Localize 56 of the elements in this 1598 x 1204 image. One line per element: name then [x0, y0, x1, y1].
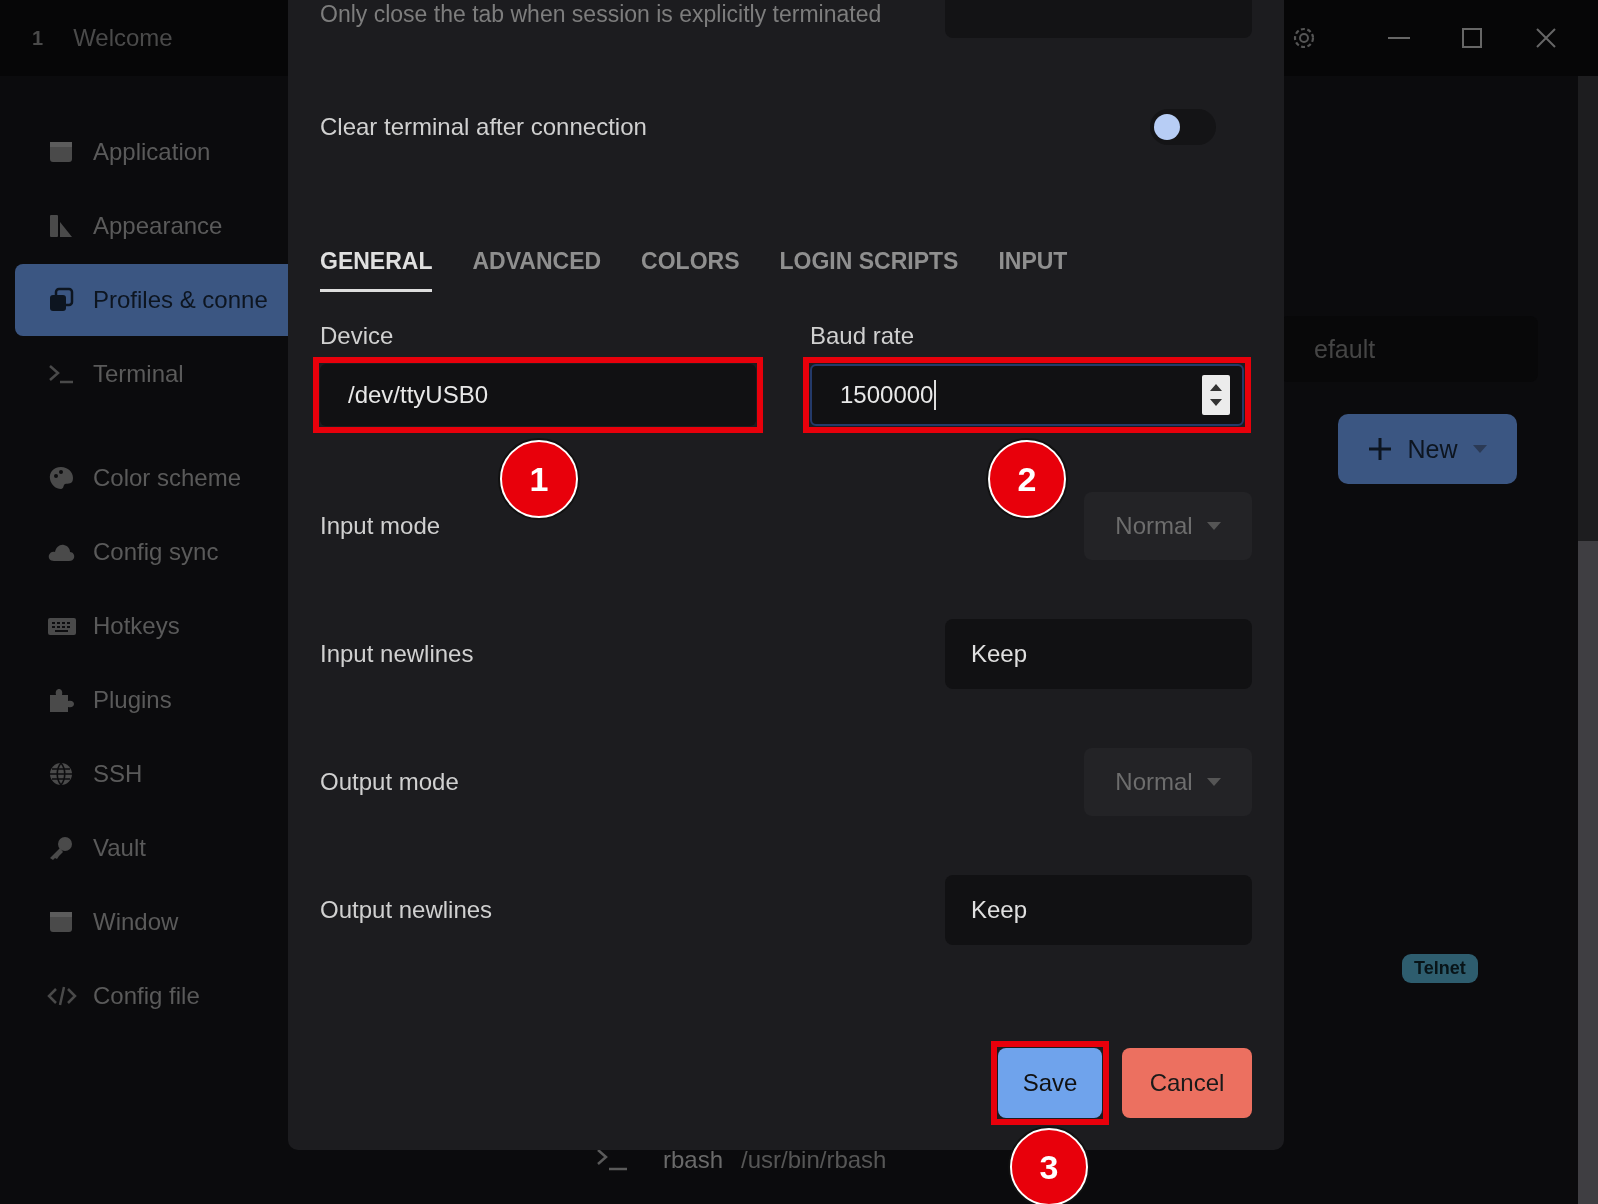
field-label: Baud rate: [810, 322, 916, 350]
sidebar-item[interactable]: Hotkeys: [15, 590, 290, 662]
cancel-button[interactable]: Cancel: [1122, 1048, 1252, 1118]
setting-label: Clear terminal after connection: [320, 113, 647, 141]
caret-icon: [1206, 778, 1221, 786]
terminal-icon: [597, 1149, 627, 1171]
sidebar-item[interactable]: Window: [15, 886, 290, 958]
setting-label: Output newlines: [320, 896, 493, 924]
scrollbar-thumb[interactable]: [1578, 541, 1598, 1204]
sidebar-item[interactable]: Appearance: [15, 190, 290, 262]
close-icon: [1534, 26, 1558, 50]
dropdown[interactable]: Normal: [1084, 492, 1252, 560]
setting-label: Output mode: [320, 768, 459, 796]
sidebar-item[interactable]: Color scheme: [15, 442, 290, 514]
window-tab[interactable]: 1 Welcome: [0, 24, 173, 52]
step-number: 1: [500, 440, 578, 518]
step-number: 2: [988, 440, 1066, 518]
setting-description: Only close the tab when session is explicitly terminated: [320, 1, 882, 29]
plus-icon: [1367, 436, 1394, 462]
save-button[interactable]: Save: [998, 1048, 1102, 1118]
sidebar-item[interactable]: Vault: [15, 812, 290, 884]
select-field[interactable]: Keep: [945, 619, 1252, 689]
sidebar-item[interactable]: Config file: [15, 960, 290, 1032]
settings-tab[interactable]: GENERAL: [320, 240, 433, 292]
spinner-icon: [1202, 375, 1230, 415]
settings-tab[interactable]: INPUT: [998, 240, 1068, 292]
field-label: Device: [320, 322, 395, 350]
toggle-switch[interactable]: [1150, 109, 1216, 145]
sidebar-item[interactable]: Config sync: [15, 516, 290, 588]
sidebar-item[interactable]: Profiles & conne: [15, 264, 290, 336]
tab-title: Welcome: [73, 24, 173, 52]
profile-row[interactable]: rbash /usr/bin/rbash: [597, 1146, 887, 1174]
minimize-icon: [1388, 37, 1410, 39]
tab-number: 1: [32, 26, 44, 50]
new-button[interactable]: New: [1338, 414, 1517, 484]
profile-type-tag: Telnet: [1402, 954, 1478, 983]
setting-label: Input mode: [320, 512, 441, 540]
caret-icon: [1471, 444, 1488, 454]
sidebar-item[interactable]: Application: [15, 116, 290, 188]
caret-icon: [1206, 522, 1221, 530]
settings-tab[interactable]: LOGIN SCRIPTS: [779, 240, 959, 292]
puzzle-icon: [47, 686, 77, 714]
sidebar-item[interactable]: Plugins: [15, 664, 290, 736]
profile-path: /usr/bin/rbash: [741, 1146, 887, 1174]
settings-tab[interactable]: COLORS: [641, 240, 740, 292]
baud-rate-field[interactable]: 1500000: [810, 364, 1244, 426]
settings-tab[interactable]: ADVANCED: [472, 240, 602, 292]
dropdown[interactable]: Normal: [1084, 748, 1252, 816]
profile-name: rbash: [663, 1146, 724, 1174]
maximize-icon: [1460, 26, 1484, 50]
sidebar-item[interactable]: SSH: [15, 738, 290, 810]
sidebar-item[interactable]: Terminal: [15, 338, 290, 410]
select-field[interactable]: Keep: [945, 875, 1252, 945]
device-field[interactable]: /dev/ttyUSB0: [320, 364, 756, 426]
setting-label: Input newlines: [320, 640, 474, 668]
step-number: 3: [1010, 1128, 1088, 1204]
